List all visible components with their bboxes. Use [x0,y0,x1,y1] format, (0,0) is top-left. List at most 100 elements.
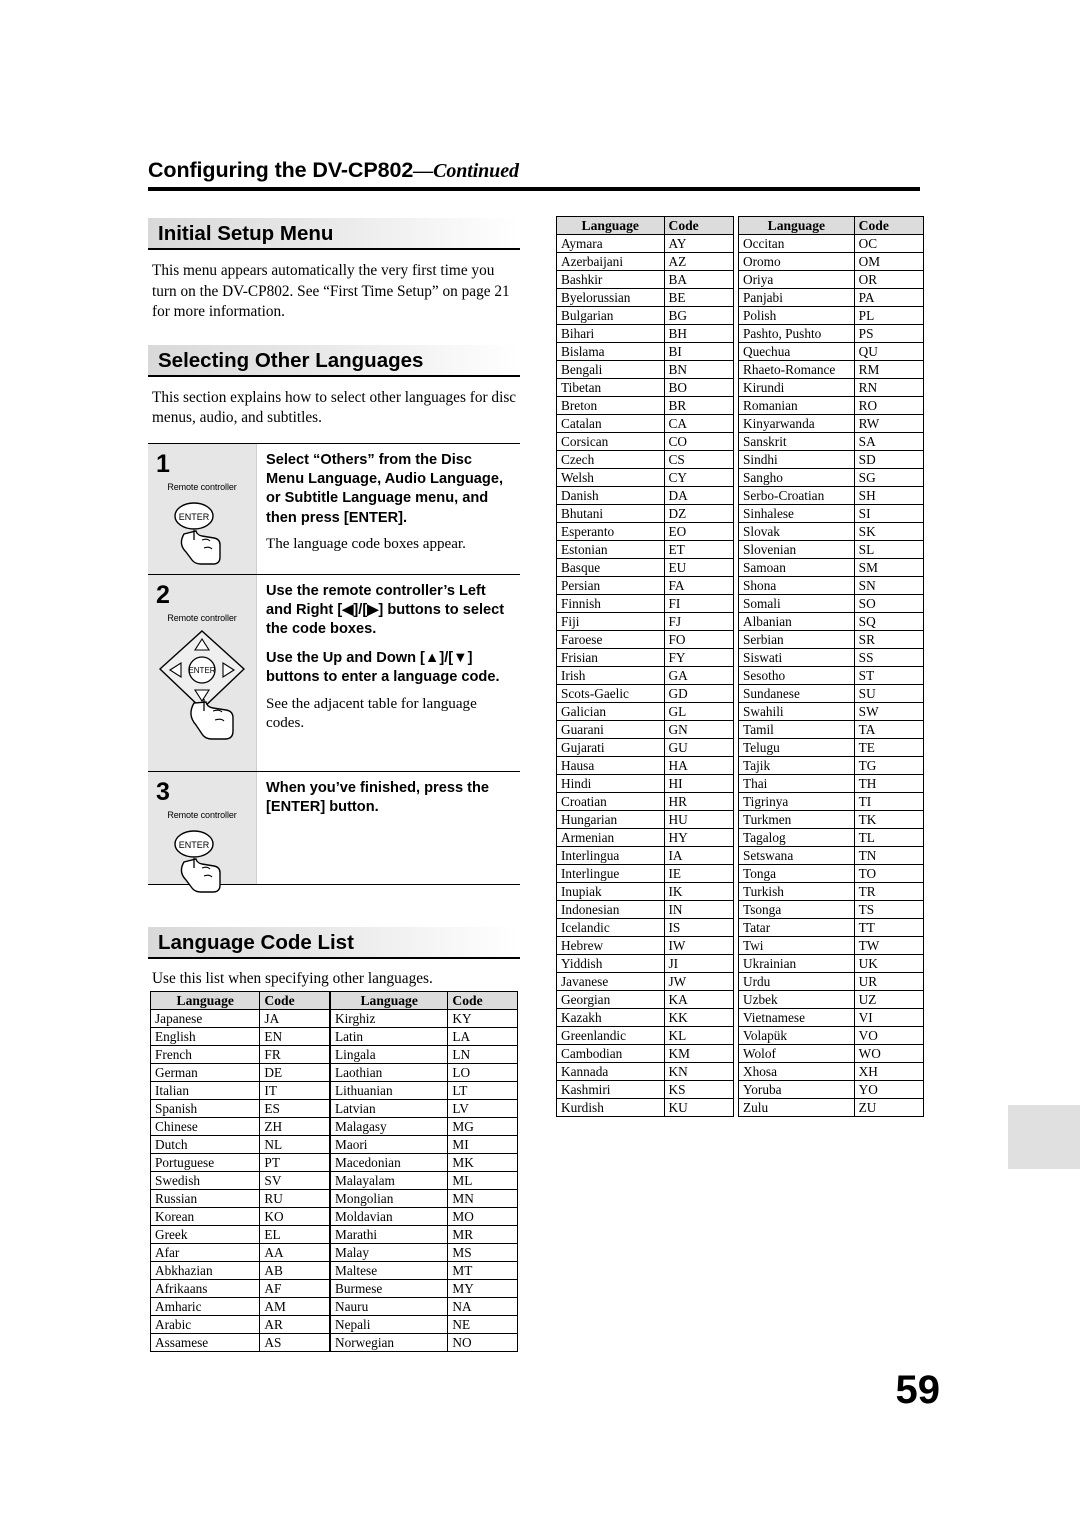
cell-language: Lingala [329,1045,449,1064]
cell-code: SI [853,504,925,523]
cell-code: TH [853,774,925,793]
cell-code: IK [663,882,734,901]
cell-language: Thai [738,774,855,793]
cell-language: Czech [556,450,665,469]
table-row: Inupiak IK [556,882,734,901]
cell-language: Javanese [556,972,665,991]
cell-code: LO [447,1063,518,1082]
table-row: Samoan SM [738,558,925,577]
table-d-header-code: Code [853,216,925,235]
cell-language: Hebrew [556,936,665,955]
cell-language: Gujarati [556,738,665,757]
header-title: Configuring the DV-CP802 [148,158,414,182]
table-row: Malay MS [329,1243,518,1262]
table-row: Amharic AM [149,1297,330,1316]
cell-language: Urdu [738,972,855,991]
cell-language: Tamil [738,720,855,739]
cell-code: KO [259,1207,330,1226]
table-row: Turkish TR [738,882,925,901]
table-row: Kurdish KU [556,1098,734,1117]
cell-code: OR [853,270,925,289]
cell-language: Abkhazian [149,1261,261,1280]
cell-code: FJ [663,612,734,631]
cell-language: Siswati [738,648,855,667]
cell-language: Frisian [556,648,665,667]
cell-language: Tatar [738,918,855,937]
cell-code: SW [853,702,925,721]
cell-language: Cambodian [556,1044,665,1063]
cell-language: German [149,1063,261,1082]
cell-language: Latvian [329,1099,449,1118]
table-row: Latin LA [329,1027,518,1046]
language-table-d: Language Code Occitan OC Oromo OM Oriya OR Pan… [738,216,925,1117]
cell-code: EU [663,558,734,577]
table-row: Romanian RO [738,396,925,415]
cell-language: Laothian [329,1063,449,1082]
cell-language: Irish [556,666,665,685]
cell-code: CA [663,414,734,433]
cell-language: Azerbaijani [556,252,665,271]
step-2-remote-label: Remote controller [167,612,237,623]
cell-language: Spanish [149,1099,261,1118]
cell-language: Kashmiri [556,1080,665,1099]
cell-language: Occitan [738,234,855,253]
cell-code: MO [447,1207,518,1226]
cell-code: TI [853,792,925,811]
cell-code: HR [663,792,734,811]
cell-language: Faroese [556,630,665,649]
cell-code: CO [663,432,734,451]
cell-code: RW [853,414,925,433]
header-rule [148,187,920,191]
table-row: Indonesian IN [556,900,734,919]
step-1-sub: The language code boxes appear. [266,536,466,553]
table-row: Pashto, Pushto PS [738,324,925,343]
cell-language: Kazakh [556,1008,665,1027]
table-row: Byelorussian BE [556,288,734,307]
cell-language: Romanian [738,396,855,415]
cell-language: Interlingua [556,846,665,865]
cell-code: TR [853,882,925,901]
table-row: Sanskrit SA [738,432,925,451]
cell-language: Inupiak [556,882,665,901]
table-row: Rhaeto-Romance RM [738,360,925,379]
table-row: Oromo OM [738,252,925,271]
table-row: Bashkir BA [556,270,734,289]
cell-language: Guarani [556,720,665,739]
step-1-number: 1 [156,449,170,478]
cell-language: Chinese [149,1117,261,1136]
step-3-remote-label: Remote controller [167,809,237,820]
cell-language: Georgian [556,990,665,1009]
cell-code: GD [663,684,734,703]
cell-language: Bashkir [556,270,665,289]
step-3-number: 3 [156,777,170,806]
table-row: Occitan OC [738,234,925,253]
table-row: Swahili SW [738,702,925,721]
table-row: Maori MI [329,1135,518,1154]
cell-code: MN [447,1189,518,1208]
table-row: Telugu TE [738,738,925,757]
selecting-languages-body: This section explains how to select othe… [152,388,517,427]
cell-code: TS [853,900,925,919]
page-header: Configuring the DV-CP802—Continued [148,158,920,191]
language-table-a: Language Code Japanese JA English EN French F… [149,991,330,1352]
table-row: Greenlandic KL [556,1026,734,1045]
cell-code: GA [663,666,734,685]
table-row: Thai TH [738,774,925,793]
table-row: Hebrew IW [556,936,734,955]
cell-language: Sesotho [738,666,855,685]
cell-code: AM [259,1297,330,1316]
table-row: Maltese MT [329,1261,518,1280]
table-row: Sinhalese SI [738,504,925,523]
table-row: Faroese FO [556,630,734,649]
cell-language: Amharic [149,1297,261,1316]
table-row: Armenian HY [556,828,734,847]
table-row: Finnish FI [556,594,734,613]
cell-language: Kirghiz [329,1009,449,1028]
cell-code: IA [663,846,734,865]
table-row: Croatian HR [556,792,734,811]
table-row: Urdu UR [738,972,925,991]
cell-language: Zulu [738,1098,855,1117]
table-row: Sindhi SD [738,450,925,469]
cell-language: Malagasy [329,1117,449,1136]
cell-code: IN [663,900,734,919]
